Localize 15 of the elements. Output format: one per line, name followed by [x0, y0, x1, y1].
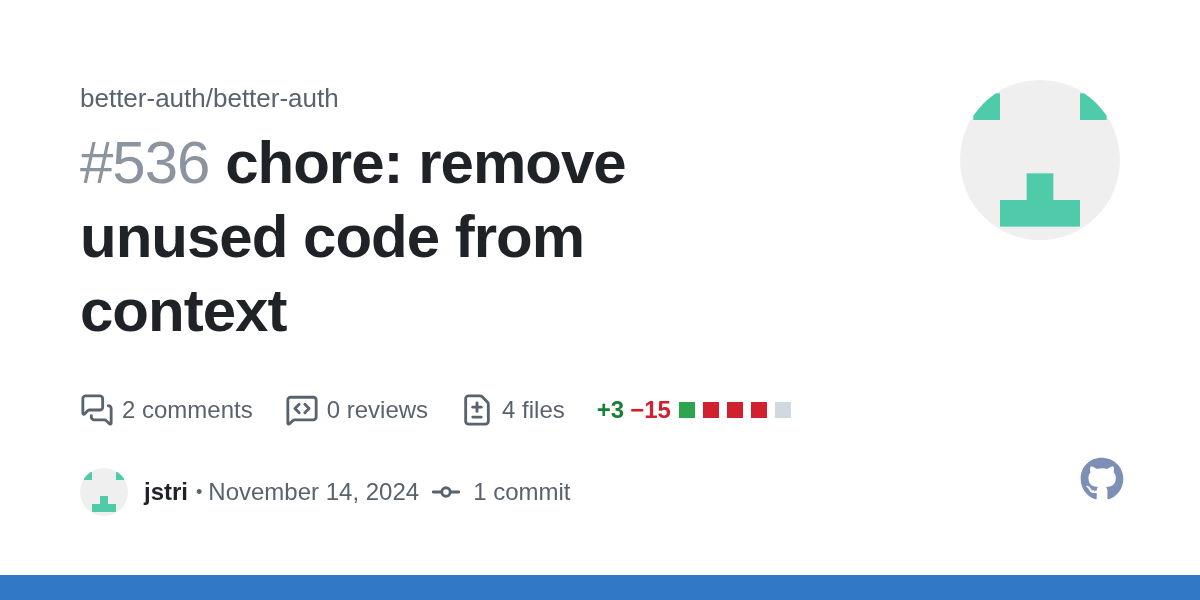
avatar [80, 468, 128, 516]
deletions-count: −15 [630, 395, 671, 425]
github-logo-icon [1080, 457, 1124, 501]
stat-label: 2 comments [122, 395, 253, 425]
repository-name: better-auth/better-auth [80, 82, 340, 115]
date: November 14, 2024 [208, 477, 420, 507]
speech-bubbles-icon [80, 393, 114, 427]
commit-count: 1 commit [473, 477, 571, 507]
pull-request-title: #536 chore: remove unused code from context [80, 128, 627, 346]
additions-count: +3 [596, 395, 625, 425]
stat-label: 4 files [502, 395, 565, 425]
separator-dot: • [196, 480, 203, 504]
stat-label: 0 reviews [326, 395, 429, 425]
author-name: jstri [144, 477, 188, 507]
code-bubble-icon [284, 393, 319, 427]
